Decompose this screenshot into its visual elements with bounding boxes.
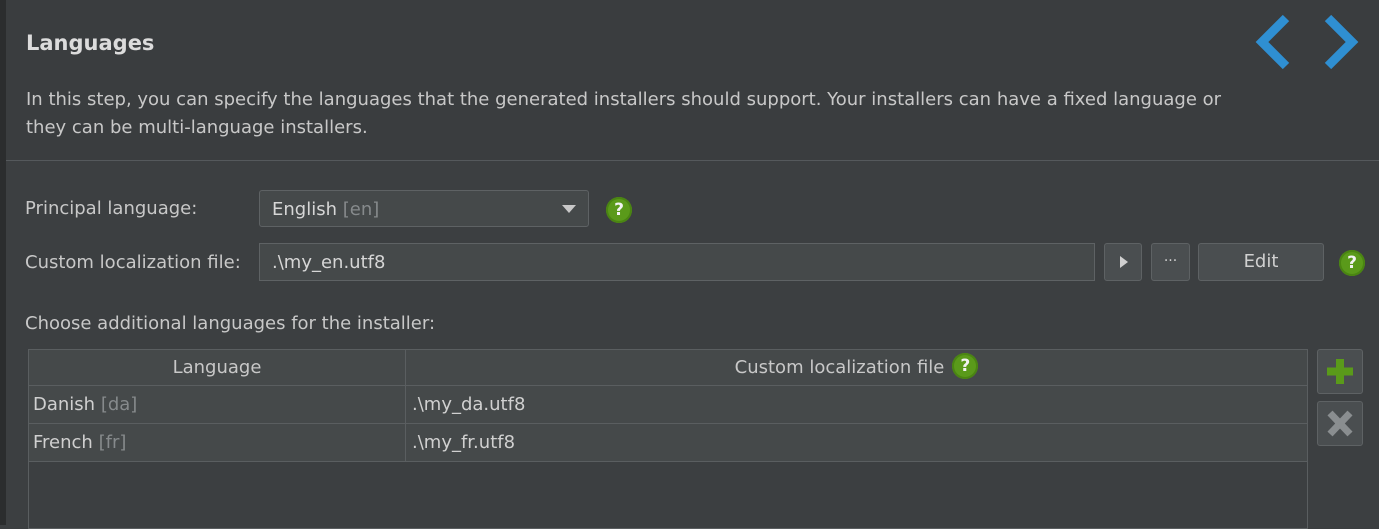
column-header-language[interactable]: Language xyxy=(29,350,406,385)
page-header: Languages In this step, you can specify … xyxy=(6,0,1379,161)
table-row[interactable]: French [fr] .\my_fr.utf8 xyxy=(29,424,1307,462)
page-title: Languages xyxy=(26,31,155,55)
principal-language-label: Principal language: xyxy=(25,198,198,219)
file-cell[interactable]: .\my_da.utf8 xyxy=(412,394,525,415)
help-icon[interactable]: ? xyxy=(952,353,979,379)
x-icon xyxy=(1327,410,1353,437)
language-cell[interactable]: Danish [da] xyxy=(29,386,406,423)
custom-localization-input[interactable]: .\my_en.utf8 xyxy=(259,243,1095,281)
play-icon xyxy=(1120,256,1128,268)
principal-language-value: English [en] xyxy=(272,199,380,220)
browse-button[interactable]: ··· xyxy=(1151,243,1190,281)
table-row[interactable]: Danish [da] .\my_da.utf8 xyxy=(29,386,1307,424)
additional-languages-label: Choose additional languages for the inst… xyxy=(25,313,436,334)
language-cell[interactable]: French [fr] xyxy=(29,424,406,461)
open-file-button[interactable] xyxy=(1104,243,1142,281)
custom-localization-value: .\my_en.utf8 xyxy=(272,252,386,273)
back-button[interactable] xyxy=(1254,14,1294,70)
languages-table: Language Custom localization file? Danis… xyxy=(28,349,1308,529)
custom-localization-label: Custom localization file: xyxy=(25,252,241,273)
remove-language-button[interactable] xyxy=(1317,401,1363,446)
help-icon[interactable]: ? xyxy=(606,197,632,223)
file-cell[interactable]: .\my_fr.utf8 xyxy=(412,432,515,453)
column-header-custom-file[interactable]: Custom localization file? xyxy=(406,350,1307,385)
page-description: In this step, you can specify the langua… xyxy=(26,89,1222,138)
chevron-down-icon xyxy=(562,205,576,213)
forward-button[interactable] xyxy=(1320,14,1360,70)
principal-language-select[interactable]: English [en] xyxy=(259,190,589,227)
add-language-button[interactable] xyxy=(1317,349,1363,394)
help-icon[interactable]: ? xyxy=(1339,250,1365,276)
chevron-left-icon xyxy=(1255,14,1290,70)
table-header: Language Custom localization file? xyxy=(29,350,1307,386)
edit-button[interactable]: Edit xyxy=(1198,243,1324,281)
plus-icon xyxy=(1327,359,1353,384)
chevron-right-icon xyxy=(1324,14,1359,70)
